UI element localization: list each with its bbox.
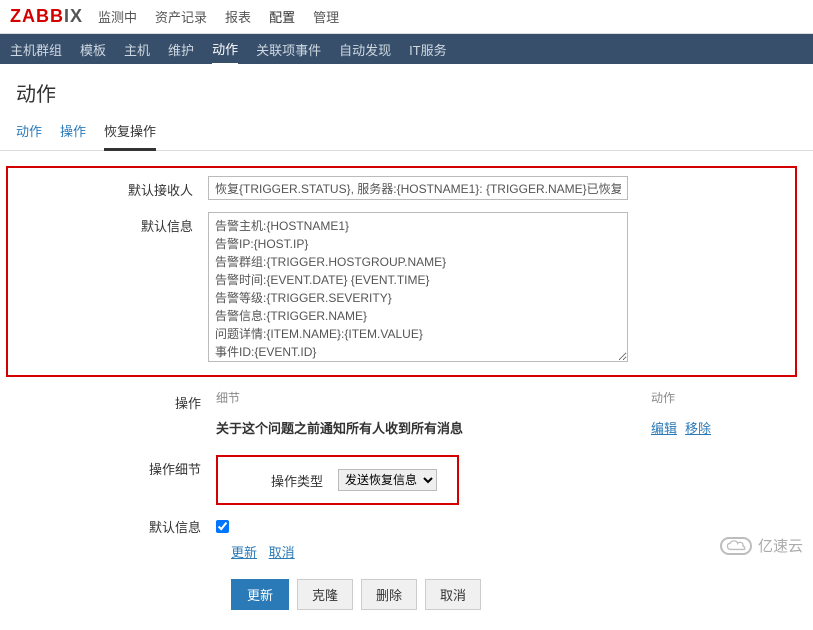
tab-action[interactable]: 动作 xyxy=(16,113,42,150)
ops-header-action: 动作 xyxy=(651,389,731,406)
update-button[interactable]: 更新 xyxy=(231,579,289,610)
top-menu-inventory[interactable]: 资产记录 xyxy=(155,7,207,26)
sub-menu-discovery[interactable]: 自动发现 xyxy=(339,40,391,59)
operation-type-label: 操作类型 xyxy=(238,471,338,490)
sub-menu-templates[interactable]: 模板 xyxy=(80,40,106,59)
top-menu-configuration[interactable]: 配置 xyxy=(269,7,295,26)
default-recipient-label: 默认接收人 xyxy=(8,176,208,200)
default-info-label: 默认信息 xyxy=(16,517,216,536)
default-message-textarea[interactable] xyxy=(208,212,628,362)
default-recipient-input[interactable] xyxy=(208,176,628,200)
watermark: 亿速云 xyxy=(720,535,803,556)
inline-update-link[interactable]: 更新 xyxy=(231,545,257,560)
default-message-label: 默认信息 xyxy=(8,212,208,365)
zabbix-logo: ZABBIX xyxy=(10,6,83,27)
top-menu-monitoring[interactable]: 监测中 xyxy=(98,7,137,26)
ops-header-detail: 细节 xyxy=(216,389,651,406)
operations-label: 操作 xyxy=(16,389,216,443)
cancel-button[interactable]: 取消 xyxy=(425,579,481,610)
recipient-message-box: 默认接收人 默认信息 xyxy=(6,166,797,377)
sub-menu-maintenance[interactable]: 维护 xyxy=(168,40,194,59)
top-menu-administration[interactable]: 管理 xyxy=(313,7,339,26)
sub-menu-correlation[interactable]: 关联项事件 xyxy=(256,40,321,59)
tab-recovery-operations[interactable]: 恢复操作 xyxy=(104,113,156,151)
top-menu-reports[interactable]: 报表 xyxy=(225,7,251,26)
sub-menu-hosts[interactable]: 主机 xyxy=(124,40,150,59)
top-menu: 监测中 资产记录 报表 配置 管理 xyxy=(98,7,339,26)
watermark-text: 亿速云 xyxy=(758,535,803,556)
operation-edit-link[interactable]: 编辑 xyxy=(651,421,677,436)
default-info-checkbox[interactable] xyxy=(216,520,229,533)
operation-detail-text: 关于这个问题之前通知所有人收到所有消息 xyxy=(216,418,651,437)
cloud-icon xyxy=(720,537,752,555)
tab-operations[interactable]: 操作 xyxy=(60,113,86,150)
operation-type-select[interactable]: 发送恢复信息 xyxy=(338,469,437,491)
operation-remove-link[interactable]: 移除 xyxy=(685,421,711,436)
page-title: 动作 xyxy=(0,64,813,113)
clone-button[interactable]: 克隆 xyxy=(297,579,353,610)
delete-button[interactable]: 删除 xyxy=(361,579,417,610)
operation-detail-box: 操作类型 发送恢复信息 xyxy=(216,455,459,505)
sub-menu-actions[interactable]: 动作 xyxy=(212,39,238,66)
sub-menu-itservices[interactable]: IT服务 xyxy=(409,40,447,59)
operation-detail-label: 操作细节 xyxy=(16,455,216,505)
sub-menu-hostgroups[interactable]: 主机群组 xyxy=(10,40,62,59)
operation-row: 关于这个问题之前通知所有人收到所有消息 编辑移除 xyxy=(216,412,731,443)
inline-cancel-link[interactable]: 取消 xyxy=(269,545,295,560)
